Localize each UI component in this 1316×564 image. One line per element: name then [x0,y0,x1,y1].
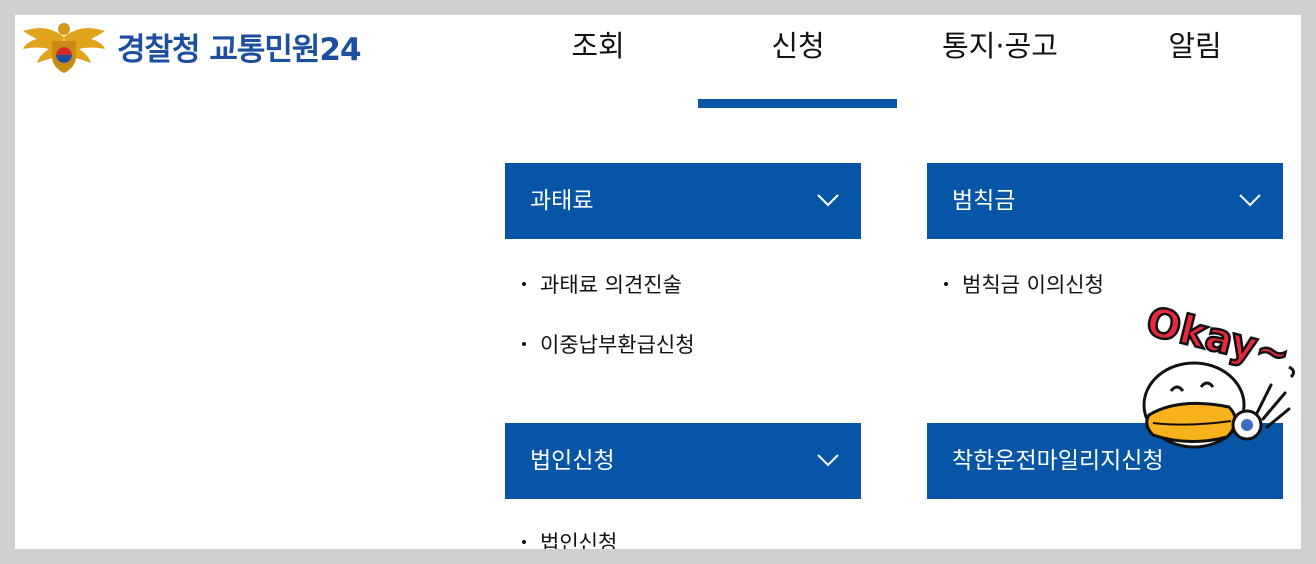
menu-link-label: 이중납부환급신청 [540,333,695,357]
nav-item-notice[interactable]: 통지·공고 [915,25,1085,67]
nav-active-indicator [698,99,897,108]
accordion-penalty[interactable]: 범칙금 [927,163,1283,239]
menu-link-corporate-application[interactable]: 법인신청 [522,527,617,549]
accordion-corporate[interactable]: 법인신청 [505,423,861,499]
menu-link-label: 과태료 의견진술 [540,273,682,297]
accordion-title: 법인신청 [530,448,615,474]
logo-text: 경찰청 교통민원24 [117,31,362,68]
bullet [522,342,526,346]
chevron-down-icon [1239,194,1261,207]
accordion-fine[interactable]: 과태료 [505,163,861,239]
nav-item-alerts[interactable]: 알림 [1145,25,1245,67]
menu-link-fine-opinion[interactable]: 과태료 의견진술 [522,269,682,299]
bullet [522,282,526,286]
chevron-down-icon [817,194,839,207]
accordion-title: 착한운전마일리지신청 [952,448,1164,474]
page: 경찰청 교통민원24 조회 신청 통지·공고 알림 과태료 과태료 의견진술 이… [15,15,1301,549]
accordion-title: 과태료 [530,188,594,214]
bullet [944,282,948,286]
site-logo[interactable]: 경찰청 교통민원24 [19,17,362,75]
menu-link-label: 범칙금 이의신청 [962,273,1104,297]
menu-link-label: 법인신청 [540,531,618,549]
bullet [522,540,526,544]
nav-item-application[interactable]: 신청 [748,25,848,67]
nav-item-inquiry[interactable]: 조회 [548,25,648,67]
menu-link-penalty-objection[interactable]: 범칙금 이의신청 [944,269,1104,299]
accordion-title: 범칙금 [952,188,1016,214]
chevron-down-icon [817,454,839,467]
okay-duck-sticker-icon: Okay~ [1141,297,1296,449]
police-emblem-icon [23,23,105,73]
menu-link-double-payment-refund[interactable]: 이중납부환급신청 [522,329,695,359]
